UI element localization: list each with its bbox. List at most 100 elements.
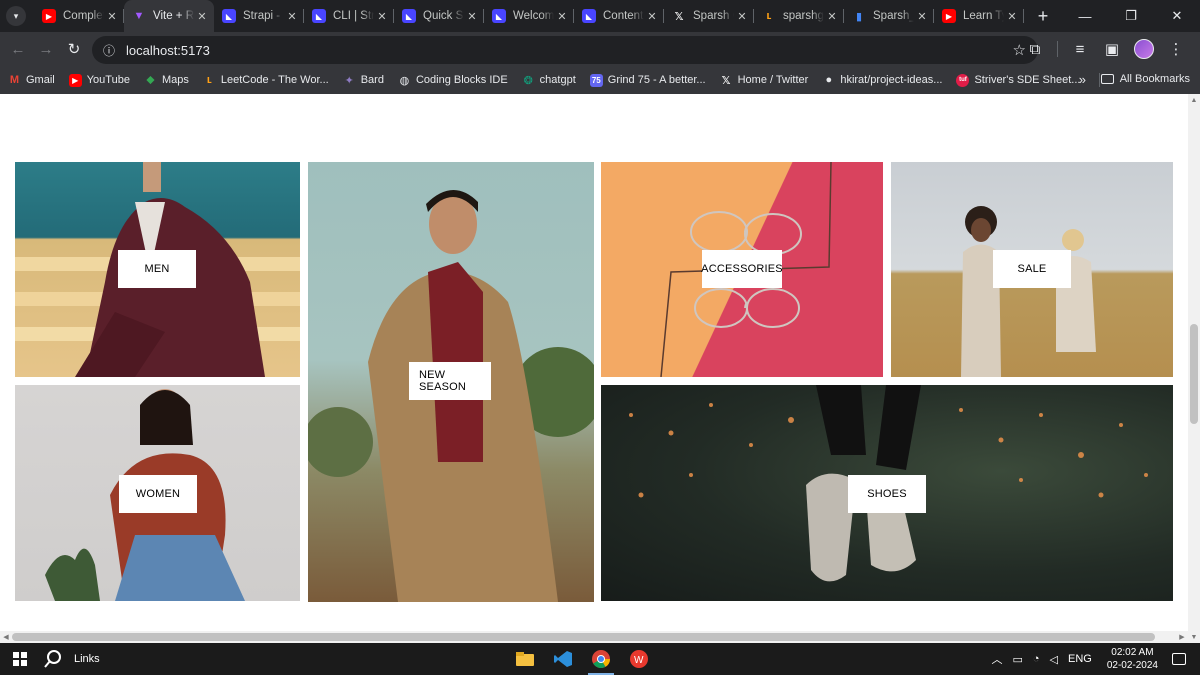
vertical-scrollbar[interactable]: ▲ ▼	[1188, 94, 1200, 643]
category-card-women[interactable]: WOMEN	[15, 385, 300, 601]
github-icon: ●	[825, 74, 833, 86]
category-label-new-season[interactable]: NEW SEASON	[409, 362, 491, 400]
tab-6[interactable]: ◣ Content ✕	[574, 0, 664, 32]
category-card-shoes[interactable]: SHOES	[601, 385, 1173, 601]
strapi-icon: ◣	[582, 9, 596, 23]
tab-10[interactable]: ▶ Learn Ty ✕	[934, 0, 1024, 32]
bookmark-youtube[interactable]: ▶ YouTube	[68, 73, 130, 87]
extensions-icon[interactable]: ⧉	[1021, 35, 1049, 63]
address-input[interactable]	[126, 42, 946, 58]
grind-icon: 75	[589, 73, 603, 87]
category-card-men[interactable]: MEN	[15, 162, 300, 377]
bookmark-maps[interactable]: ⬥ Maps	[144, 74, 189, 87]
vertical-scroll-thumb[interactable]	[1190, 324, 1198, 424]
bookmark-chatgpt[interactable]: ❂ chatgpt	[522, 74, 576, 87]
close-tab-icon[interactable]: ✕	[644, 10, 660, 23]
close-tab-icon[interactable]: ✕	[734, 10, 750, 23]
category-label-shoes[interactable]: SHOES	[848, 475, 926, 513]
toolbar-divider	[1057, 41, 1058, 57]
address-bar[interactable]: ⓘ ☆	[92, 36, 1038, 64]
scroll-up-icon[interactable]: ▲	[1188, 94, 1200, 106]
scroll-down-icon[interactable]: ▼	[1188, 631, 1200, 643]
tab-4[interactable]: ◣Quick Start✕	[394, 0, 484, 32]
minimize-icon[interactable]: —	[1062, 0, 1108, 32]
svg-text:W: W	[634, 655, 644, 666]
file-explorer-icon[interactable]	[506, 643, 544, 675]
vscode-icon[interactable]	[544, 643, 582, 675]
windows-taskbar: Links W ︿ ▭ ◔ ◁ ENG 02:02 AM 02-02-2024	[0, 643, 1200, 675]
window-controls: — ❐ ✕	[1062, 0, 1200, 32]
wifi-icon[interactable]: ◔	[1033, 653, 1040, 665]
close-tab-icon[interactable]: ✕	[194, 10, 210, 23]
chrome-icon[interactable]	[582, 643, 620, 675]
category-card-accessories[interactable]: ACCESSORIES	[601, 162, 883, 377]
bookmark-leetcode[interactable]: ʟ LeetCode - The Wor...	[203, 74, 329, 87]
chatgpt-icon: ❂	[523, 74, 533, 87]
media-control-icon[interactable]: ≡	[1066, 35, 1094, 63]
category-card-sale[interactable]: SALE	[891, 162, 1173, 377]
tab-0[interactable]: ▶Complete✕	[34, 0, 124, 32]
chevron-up-icon[interactable]: ︿	[991, 651, 1002, 667]
bookmark-twitter[interactable]: 𝕏 Home / Twitter	[720, 74, 809, 87]
side-panel-icon[interactable]: ▣	[1098, 35, 1126, 63]
horizontal-scroll-thumb[interactable]	[12, 633, 1155, 641]
close-window-icon[interactable]: ✕	[1154, 0, 1200, 32]
bookmark-github[interactable]: ● hkirat/project-ideas...	[822, 74, 943, 87]
bookmark-striver[interactable]: tuf Striver's SDE Sheet...	[956, 73, 1080, 87]
tab-2[interactable]: ◣Strapi - C✕	[214, 0, 304, 32]
profile-avatar[interactable]	[1130, 35, 1158, 63]
horizontal-scrollbar[interactable]: ◀ ▶	[0, 631, 1188, 643]
tab-1[interactable]: ▼Vite + React✕	[124, 0, 214, 32]
tab-3[interactable]: ◣CLI | Strapi✕	[304, 0, 394, 32]
taskbar-search[interactable]: Links	[44, 650, 100, 668]
language-indicator[interactable]: ENG	[1068, 653, 1092, 665]
battery-icon[interactable]: ▭	[1012, 653, 1022, 666]
folder-icon	[1100, 74, 1114, 84]
close-tab-icon[interactable]: ✕	[554, 10, 570, 23]
tab-5[interactable]: ◣Welcome✕	[484, 0, 574, 32]
tab-7[interactable]: 𝕏Sparsh G✕	[664, 0, 754, 32]
windows-start-button[interactable]	[0, 643, 40, 675]
bookmark-bard[interactable]: ✦ Bard	[343, 74, 384, 87]
youtube-icon: ▶	[42, 9, 56, 23]
close-tab-icon[interactable]: ✕	[824, 10, 840, 23]
more-bookmarks-icon[interactable]: »	[1079, 72, 1086, 87]
site-info-icon[interactable]: ⓘ	[98, 42, 120, 59]
category-label-men[interactable]: MEN	[118, 250, 196, 288]
volume-icon[interactable]: ◁	[1050, 653, 1058, 666]
bookmark-grind75[interactable]: 75 Grind 75 - A better...	[589, 73, 706, 87]
tab-9[interactable]: ▮Sparsh_g✕	[844, 0, 934, 32]
scroll-left-icon[interactable]: ◀	[0, 631, 12, 643]
close-tab-icon[interactable]: ✕	[104, 10, 120, 23]
category-label-sale[interactable]: SALE	[993, 250, 1071, 288]
reload-icon[interactable]: ↻	[60, 35, 88, 63]
new-tab-button[interactable]: +	[1032, 6, 1054, 27]
clock-time: 02:02 AM	[1111, 647, 1154, 658]
category-label-women[interactable]: WOMEN	[119, 475, 197, 513]
system-tray: ︿ ▭ ◔ ◁ ENG 02:02 AM 02-02-2024	[986, 643, 1200, 675]
tab-8[interactable]: ʟ sparshg ✕	[754, 0, 844, 32]
tab-strip: ▾ ▶Complete✕ ▼Vite + React✕ ◣Strapi - C✕…	[0, 0, 1200, 32]
close-tab-icon[interactable]: ✕	[284, 10, 300, 23]
category-label-accessories[interactable]: ACCESSORIES	[701, 250, 783, 288]
close-tab-icon[interactable]: ✕	[464, 10, 480, 23]
restore-icon[interactable]: ❐	[1108, 0, 1154, 32]
all-bookmarks-button[interactable]: All Bookmarks	[1100, 73, 1190, 85]
clock[interactable]: 02:02 AM 02-02-2024	[1107, 646, 1158, 672]
close-tab-icon[interactable]: ✕	[1004, 10, 1020, 23]
tab-search-icon[interactable]: ▾	[6, 6, 26, 26]
notification-icon[interactable]	[1172, 653, 1186, 665]
bookmark-coding-blocks[interactable]: ◍ Coding Blocks IDE	[398, 74, 508, 87]
scroll-right-icon[interactable]: ▶	[1176, 631, 1188, 643]
menu-kebab-icon[interactable]: ⋮	[1162, 35, 1190, 63]
bookmark-gmail[interactable]: M Gmail	[8, 74, 55, 87]
forward-icon[interactable]: →	[32, 35, 60, 63]
category-card-new-season[interactable]: NEW SEASON	[308, 162, 594, 602]
browser-toolbar: ← → ↻ ⓘ ☆ ⧉ ≡ ▣ ⋮	[0, 32, 1200, 66]
x-icon: 𝕏	[721, 74, 731, 87]
close-tab-icon[interactable]: ✕	[374, 10, 390, 23]
maps-icon: ⬥	[146, 73, 155, 86]
wps-office-icon[interactable]: W	[620, 643, 658, 675]
back-icon[interactable]: ←	[4, 35, 32, 63]
close-tab-icon[interactable]: ✕	[914, 10, 930, 23]
